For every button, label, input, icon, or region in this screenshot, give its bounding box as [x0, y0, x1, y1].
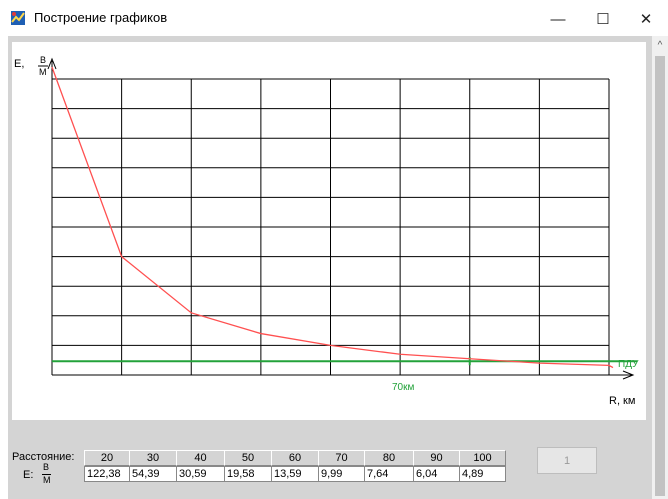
- e-value-cell[interactable]: 30,59: [176, 466, 225, 482]
- distance-cell: 60: [271, 450, 319, 466]
- app-chart-icon: [11, 11, 25, 25]
- scroll-thumb[interactable]: [655, 56, 665, 496]
- e-value-cell[interactable]: 122,38: [84, 466, 130, 482]
- marker-label: 70км: [392, 382, 414, 393]
- scroll-up-icon[interactable]: ^: [652, 36, 668, 54]
- e-value-cell[interactable]: 6,04: [413, 466, 460, 482]
- e-row-label: E:: [23, 469, 34, 481]
- chart-axes: [47, 57, 635, 380]
- e-value-cell[interactable]: 54,39: [129, 466, 177, 482]
- y-axis-unit-den: М: [39, 67, 47, 77]
- chart-panel: E, В М R, км ПДУ 70км: [12, 42, 646, 420]
- page-1-button[interactable]: 1: [537, 447, 597, 474]
- chart-svg: E, В М R, км ПДУ 70км: [14, 55, 639, 407]
- distance-cell: 70: [318, 450, 365, 466]
- distance-cell: 20: [84, 450, 130, 466]
- distance-cell: 50: [224, 450, 272, 466]
- series-line: [51, 66, 614, 369]
- e-value-cell[interactable]: 19,58: [224, 466, 272, 482]
- distance-cell: 90: [413, 450, 460, 466]
- close-icon: ✕: [639, 11, 653, 28]
- minimize-icon: —: [550, 10, 566, 28]
- maximize-button[interactable]: ☐: [583, 6, 623, 32]
- e-value-cell[interactable]: 9,99: [318, 466, 365, 482]
- e-value-cell[interactable]: 4,89: [459, 466, 506, 482]
- x-axis-label: R, км: [609, 395, 635, 407]
- e-unit-den: М: [43, 475, 51, 485]
- e-value-cell[interactable]: 7,64: [364, 466, 414, 482]
- window-title: Построение графиков: [34, 10, 168, 25]
- e-value-cell[interactable]: 13,59: [271, 466, 319, 482]
- maximize-icon: ☐: [596, 11, 610, 28]
- distance-cell: 30: [129, 450, 177, 466]
- series-group: [51, 66, 614, 369]
- distance-cell: 100: [459, 450, 506, 466]
- distance-cell: 80: [364, 450, 414, 466]
- close-button[interactable]: ✕: [626, 6, 666, 32]
- chart-labels: E, В М R, км ПДУ 70км: [14, 55, 639, 407]
- title-bar: Построение графиков — ☐ ✕: [0, 0, 668, 36]
- threshold-label: ПДУ: [618, 359, 639, 370]
- chart-grid: [51, 78, 610, 376]
- e-unit-num: В: [43, 462, 50, 472]
- y-axis-unit-num: В: [40, 55, 46, 65]
- y-axis-symbol: E,: [14, 58, 24, 70]
- minimize-button[interactable]: —: [538, 6, 578, 32]
- distance-cell: 40: [176, 450, 225, 466]
- vertical-scrollbar[interactable]: ^: [652, 36, 668, 499]
